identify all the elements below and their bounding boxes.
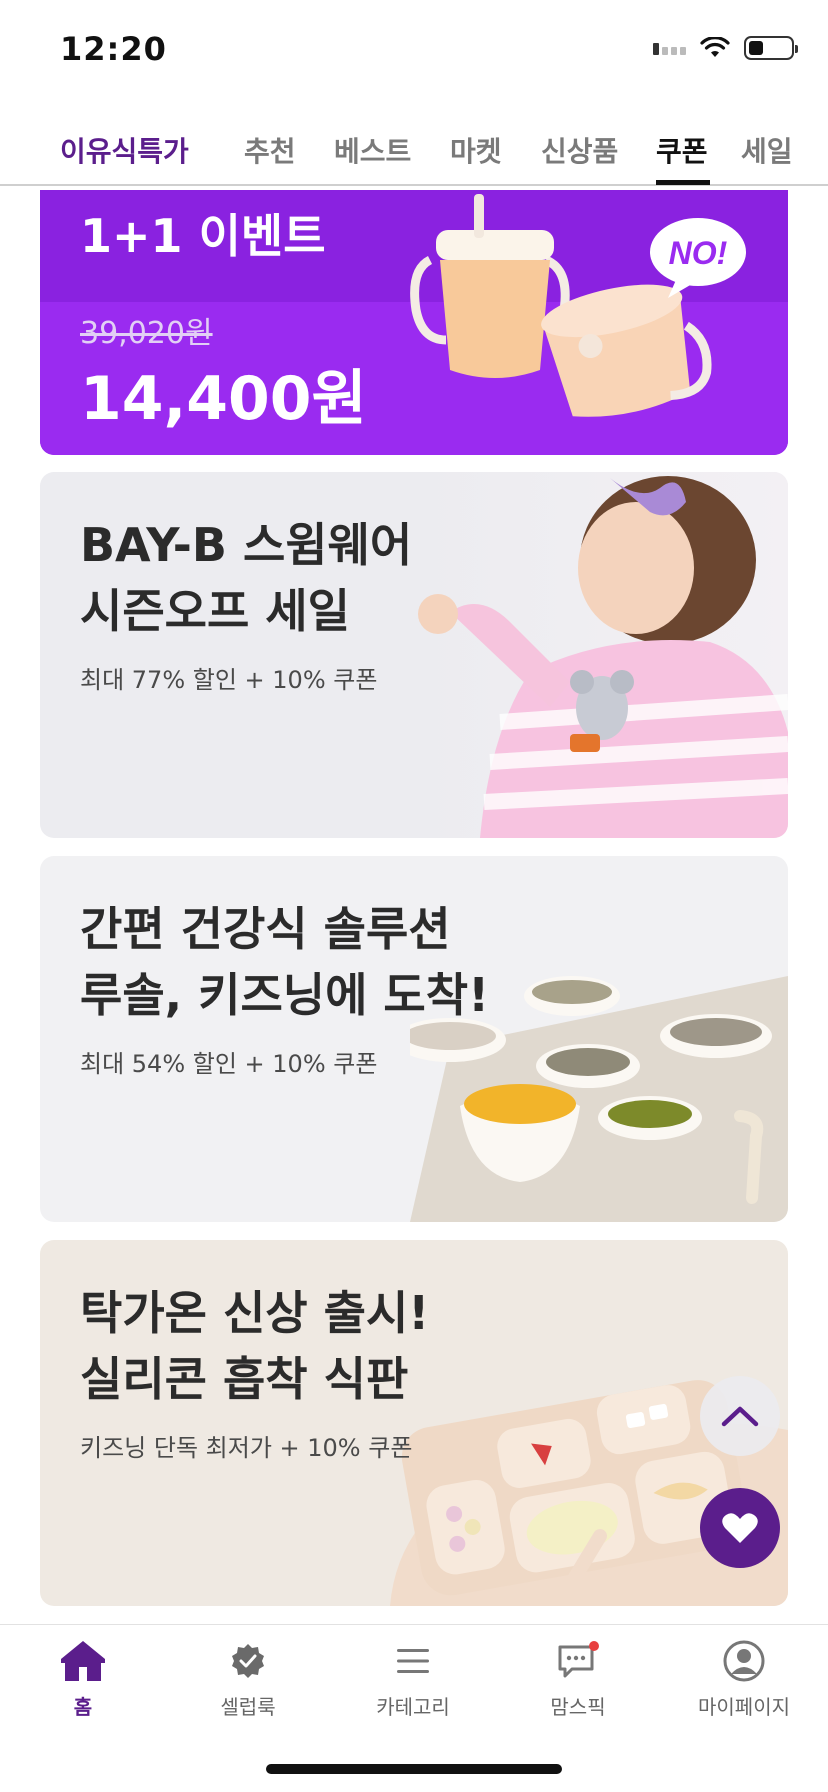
nav-celeb-look[interactable]: 셀럽룩 [188,1639,308,1720]
user-icon [720,1639,768,1683]
banner-subtitle: 키즈닝 단독 최저가 + 10% 쿠폰 [80,1434,413,1462]
badge-check-icon [224,1639,272,1683]
battery-icon [744,36,798,60]
tab-recommend[interactable]: 추천 [244,130,296,170]
nav-label: 마이페이지 [698,1695,790,1719]
wifi-icon [700,37,730,57]
banner-title: 1+1 이벤트 [80,209,326,263]
nav-home[interactable]: 홈 [23,1639,143,1720]
status-icons [653,36,798,60]
heart-icon [722,1513,758,1543]
banner-health-food[interactable]: 간편 건강식 솔루션 루솔, 키즈닝에 도착! 최대 54% 할인 + 10% … [40,856,788,1222]
nav-label: 카테고리 [376,1695,450,1719]
signal-icon [653,41,686,55]
notification-dot [589,1641,599,1651]
home-icon [59,1639,107,1683]
banner-subtitle: 최대 77% 할인 + 10% 쿠폰 [80,666,378,694]
menu-icon [389,1639,437,1683]
banner-title: BAY-B 스윔웨어 시즌오프 세일 [80,518,413,638]
banner-silicone-plate[interactable]: 탁가온 신상 출시! 실리콘 흡착 식판 키즈닝 단독 최저가 + 10% 쿠폰 [40,1240,788,1606]
scroll-top-button[interactable] [700,1376,780,1456]
tab-market[interactable]: 마켓 [450,130,502,170]
tab-new[interactable]: 신상품 [541,130,618,170]
sippy-cup-image: NO! [410,194,746,417]
nav-label: 맘스픽 [550,1695,606,1719]
banner-subtitle: 최대 54% 할인 + 10% 쿠폰 [80,1050,378,1078]
banner-title: 탁가온 신상 출시! 실리콘 흡착 식판 [80,1286,430,1406]
original-price: 39,020원 [80,316,213,351]
top-tabs: 이유식특가 추천 베스트 마켓 신상품 쿠폰 세일 [0,118,828,186]
chat-icon [554,1639,602,1683]
active-tab-indicator [656,180,710,185]
home-indicator[interactable] [266,1764,562,1774]
no-badge: NO! [669,235,728,271]
chevron-up-icon [721,1406,759,1427]
child-swimwear-image [410,472,788,838]
status-time: 12:20 [60,30,167,68]
nav-label: 셀럽룩 [220,1695,276,1719]
tab-coupon[interactable]: 쿠폰 [656,130,708,170]
banner-bayb-swimwear[interactable]: BAY-B 스윔웨어 시즌오프 세일 최대 77% 할인 + 10% 쿠폰 [40,472,788,838]
sale-price: 14,400원 [80,364,367,434]
status-bar: 12:20 [0,0,828,100]
nav-moms-pick[interactable]: 맘스픽 [518,1639,638,1720]
tab-brand[interactable]: 이유식특가 [60,130,189,170]
nav-label: 홈 [73,1695,93,1719]
wishlist-button[interactable] [700,1488,780,1568]
banner-title: 간편 건강식 솔루션 루솔, 키즈닝에 도착! [80,902,490,1022]
tab-best[interactable]: 베스트 [334,130,411,170]
banner-1plus1-event[interactable]: 1+1 이벤트 39,020원 14,400원 NO! [40,190,788,455]
nav-my-page[interactable]: 마이페이지 [684,1639,804,1720]
nav-category[interactable]: 카테고리 [353,1639,473,1720]
tab-sale[interactable]: 세일 [741,130,793,170]
